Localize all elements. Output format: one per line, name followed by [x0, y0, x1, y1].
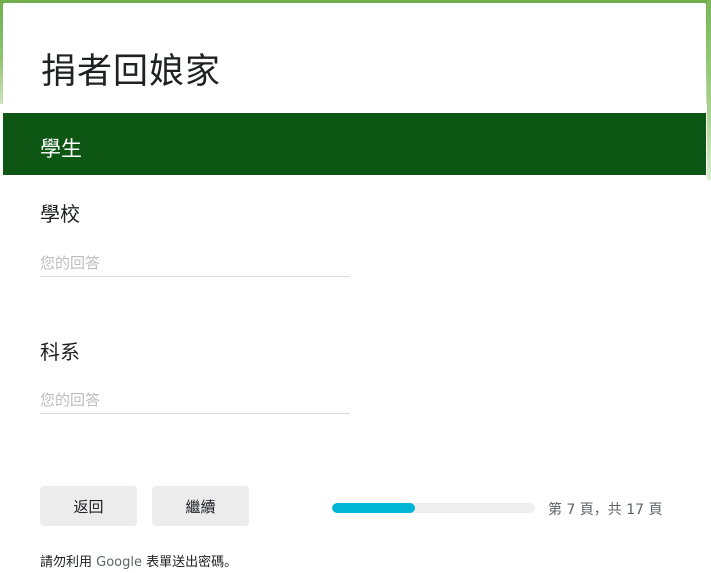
section-title: 學生	[40, 137, 82, 161]
progress-bar-fill	[332, 503, 416, 513]
question-label-school: 學校	[40, 202, 80, 226]
form-title: 捐者回娘家	[41, 52, 222, 92]
school-input[interactable]	[40, 250, 350, 277]
question-label-department: 科系	[40, 340, 80, 364]
department-input[interactable]	[40, 387, 350, 414]
progress-bar	[332, 503, 535, 513]
background-banner-edge	[707, 0, 711, 180]
password-warning: 請勿利用 Google 表單送出密碼。	[40, 551, 237, 570]
section-header: 學生	[3, 113, 706, 175]
progress-text: 第 7 頁，共 17 頁	[548, 502, 663, 518]
next-button[interactable]: 繼續	[152, 486, 249, 526]
back-button[interactable]: 返回	[40, 486, 137, 526]
password-warning-after: 表單送出密碼。	[141, 555, 238, 570]
google-brand-text: Google	[96, 555, 142, 570]
form-card: 捐者回娘家 學生 學校 科系 返回 繼續 第 7 頁，共 17 頁 請勿利用 G…	[3, 3, 706, 573]
password-warning-before: 請勿利用	[40, 555, 97, 570]
